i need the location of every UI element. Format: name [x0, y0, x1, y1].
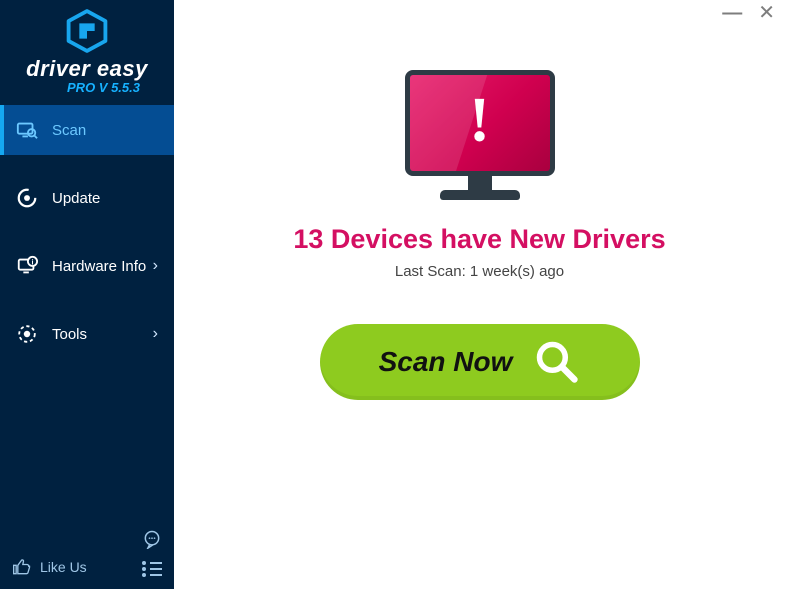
scan-now-label: Scan Now [379, 346, 513, 378]
sidebar: driver easy PRO V 5.5.3 Scan Update [0, 0, 174, 589]
sidebar-item-hardware[interactable]: i Hardware Info › [0, 241, 174, 291]
sidebar-bottom: Like Us [0, 529, 174, 577]
main-center: ! 13 Devices have New Drivers Last Scan:… [174, 0, 785, 400]
alert-monitor-screen: ! [405, 70, 555, 176]
scan-result-headline: 13 Devices have New Drivers [293, 224, 665, 255]
exclamation-icon: ! [469, 82, 490, 156]
thumbs-up-icon [12, 557, 32, 577]
sidebar-item-tools[interactable]: Tools › [0, 309, 174, 359]
chevron-right-icon: › [153, 325, 158, 343]
sidebar-item-update[interactable]: Update [0, 173, 174, 223]
monitor-stand-base [440, 190, 520, 200]
brand-name: driver easy [26, 56, 148, 82]
chevron-right-icon: › [153, 257, 158, 275]
brand-block: driver easy PRO V 5.5.3 [0, 0, 174, 95]
sidebar-nav: Scan Update i Hardware Info › [0, 105, 174, 377]
window-controls: — ✕ [722, 6, 775, 20]
chat-icon[interactable] [142, 529, 162, 549]
brand-version: PRO V 5.5.3 [67, 80, 140, 95]
last-scan-label: Last Scan: 1 week(s) ago [395, 263, 564, 280]
main-panel: — ✕ ! 13 Devices have New Drivers Last S… [174, 0, 785, 589]
list-menu-icon[interactable] [142, 561, 162, 577]
sidebar-item-label: Update [52, 190, 158, 207]
like-us-label: Like Us [40, 559, 87, 575]
app-window: driver easy PRO V 5.5.3 Scan Update [0, 0, 785, 589]
sidebar-item-label: Scan [52, 122, 158, 139]
search-icon [534, 339, 580, 385]
like-us-button[interactable]: Like Us [12, 557, 87, 577]
scan-now-button[interactable]: Scan Now [320, 324, 640, 400]
scan-icon [16, 119, 38, 141]
sidebar-item-label: Tools [52, 326, 153, 343]
close-button[interactable]: ✕ [758, 6, 775, 20]
sidebar-extra-icons [142, 529, 162, 577]
svg-text:i: i [31, 258, 33, 267]
logo-icon [64, 8, 110, 54]
sidebar-item-scan[interactable]: Scan [0, 105, 174, 155]
sidebar-item-label: Hardware Info [52, 258, 153, 275]
hardware-icon: i [16, 255, 38, 277]
update-icon [16, 187, 38, 209]
tools-icon [16, 323, 38, 345]
minimize-button[interactable]: — [722, 6, 742, 20]
alert-monitor-graphic: ! [405, 70, 555, 200]
monitor-stand-neck [468, 176, 492, 190]
